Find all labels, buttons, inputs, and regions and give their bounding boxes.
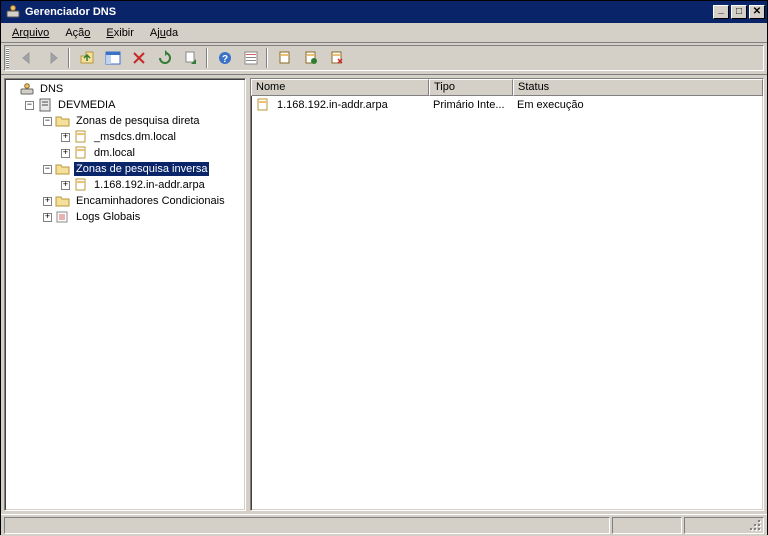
- action3-button[interactable]: [325, 47, 348, 69]
- status-cell-2: [612, 517, 682, 534]
- expand-icon[interactable]: +: [61, 181, 70, 190]
- properties-button[interactable]: [239, 47, 262, 69]
- dns-icon: [19, 81, 35, 97]
- cell-status: Em execução: [513, 98, 763, 112]
- column-name[interactable]: Nome: [251, 79, 429, 96]
- status-bar: [1, 514, 767, 536]
- list-row[interactable]: 1.168.192.in-addr.arpa Primário Inte... …: [251, 96, 763, 113]
- delete-button[interactable]: [127, 47, 150, 69]
- menu-acao[interactable]: Ação: [58, 25, 97, 41]
- toolbar-container: ?: [1, 43, 767, 75]
- expand-icon[interactable]: +: [61, 149, 70, 158]
- tree-conditional-forwarders[interactable]: + Encaminhadores Condicionais: [43, 193, 245, 209]
- tree-zone-dmlocal[interactable]: + dm.local: [61, 145, 245, 161]
- list-header: Nome Tipo Status: [251, 79, 763, 96]
- resize-grip[interactable]: [750, 520, 762, 532]
- up-button[interactable]: [75, 47, 98, 69]
- expand-icon[interactable]: +: [43, 197, 52, 206]
- tree-server[interactable]: − DEVMEDIA: [25, 97, 245, 113]
- cell-type: Primário Inte...: [429, 98, 513, 112]
- title-bar: Gerenciador DNS _ □ ✕: [1, 1, 767, 23]
- back-button[interactable]: [15, 47, 38, 69]
- collapse-icon[interactable]: −: [25, 101, 34, 110]
- zone-icon: [73, 129, 89, 145]
- cell-name: 1.168.192.in-addr.arpa: [277, 99, 388, 111]
- help-button[interactable]: ?: [213, 47, 236, 69]
- tree-zone-reverse-1[interactable]: + 1.168.192.in-addr.arpa: [61, 177, 245, 193]
- collapse-icon[interactable]: −: [43, 117, 52, 126]
- svg-text:?: ?: [221, 54, 227, 65]
- collapse-icon[interactable]: −: [43, 165, 52, 174]
- client-area: DNS − DEVMEDIA: [1, 75, 767, 514]
- folder-open-icon: [55, 161, 71, 177]
- action1-button[interactable]: [273, 47, 296, 69]
- forward-button[interactable]: [41, 47, 64, 69]
- list-pane[interactable]: Nome Tipo Status 1.168.192.in-addr.arpa …: [250, 78, 764, 511]
- menu-bar: Arquivo Ação Exibir Ajuda: [1, 23, 767, 43]
- window-title: Gerenciador DNS: [25, 6, 713, 18]
- tree-reverse-zones[interactable]: − Zonas de pesquisa inversa: [43, 161, 245, 177]
- menu-ajuda[interactable]: Ajuda: [143, 25, 185, 41]
- column-status[interactable]: Status: [513, 79, 763, 96]
- server-icon: [37, 97, 53, 113]
- tree-zone-msdcs[interactable]: + _msdcs.dm.local: [61, 129, 245, 145]
- export-button[interactable]: [179, 47, 202, 69]
- column-type[interactable]: Tipo: [429, 79, 513, 96]
- tree-global-logs[interactable]: + Logs Globais: [43, 209, 245, 225]
- zone-icon: [255, 97, 271, 113]
- menu-arquivo[interactable]: Arquivo: [5, 25, 56, 41]
- refresh-button[interactable]: [153, 47, 176, 69]
- tree-forward-zones[interactable]: − Zonas de pesquisa direta: [43, 113, 245, 129]
- expand-icon[interactable]: +: [43, 213, 52, 222]
- action2-button[interactable]: [299, 47, 322, 69]
- maximize-button[interactable]: □: [731, 5, 747, 19]
- expand-icon[interactable]: +: [61, 133, 70, 142]
- status-cell-3: [684, 517, 764, 534]
- tree-root[interactable]: DNS: [7, 81, 245, 97]
- minimize-button[interactable]: _: [713, 5, 729, 19]
- zone-icon: [73, 145, 89, 161]
- logs-icon: [55, 209, 71, 225]
- folder-open-icon: [55, 113, 71, 129]
- close-button[interactable]: ✕: [749, 5, 765, 19]
- toolbar: ?: [4, 45, 764, 71]
- zone-icon: [73, 177, 89, 193]
- status-cell-1: [4, 517, 610, 534]
- app-icon: [5, 4, 21, 20]
- tree-pane[interactable]: DNS − DEVMEDIA: [4, 78, 246, 511]
- folder-icon: [55, 193, 71, 209]
- menu-exibir[interactable]: Exibir: [99, 25, 141, 41]
- show-hide-tree-button[interactable]: [101, 47, 124, 69]
- list-body[interactable]: 1.168.192.in-addr.arpa Primário Inte... …: [251, 96, 763, 510]
